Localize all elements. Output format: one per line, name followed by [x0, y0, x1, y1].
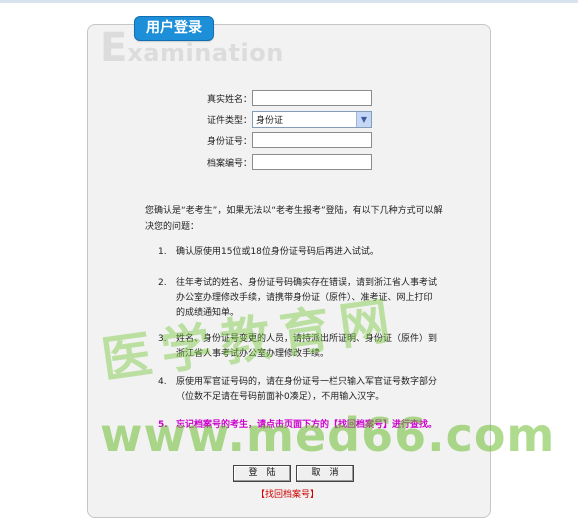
archive-input[interactable]	[252, 154, 372, 170]
note-text: 往年考试的姓名、身份证号码确实存在错误，请到浙江省人事考试办公室办理修改手续，请…	[176, 278, 438, 318]
note-item: 3. 姓名、身份证号变更的人员，请持派出所证明、身份证（原件）到浙江省人事考试办…	[158, 332, 438, 362]
note-number: 2.	[158, 278, 167, 288]
note-text: 忘记档案号的考生，请点击页面下方的【找回档案号】进行查找。	[176, 420, 438, 430]
cert-type-row: 证件类型： 身份证 ▼	[190, 110, 372, 128]
note-text: 姓名、身份证号变更的人员，请持派出所证明、身份证（原件）到浙江省人事考试办公室办…	[176, 334, 438, 359]
name-label: 真实姓名：	[206, 94, 252, 105]
user-login-badge: 用户登录	[134, 16, 214, 41]
cert-type-label: 证件类型：	[206, 115, 252, 126]
watermark-first-letter: E	[100, 25, 128, 71]
note-number: 1.	[158, 247, 167, 257]
note-text: 确认原使用15位或18位身份证号码后再进入试试。	[176, 247, 379, 257]
name-input[interactable]	[252, 90, 372, 106]
id-input[interactable]	[252, 132, 372, 148]
watermark-rest: xamination	[127, 39, 284, 67]
login-button[interactable]: 登 陆	[233, 465, 291, 482]
note-number: 4.	[158, 377, 167, 387]
name-row: 真实姓名：	[190, 89, 372, 107]
cert-type-value: 身份证	[256, 115, 284, 126]
retrieve-archive-link[interactable]: 【找回档案号】	[256, 487, 319, 500]
note-text: 原使用军官证号码的，请在身份证号一栏只输入军官证号数字部分（位数不足请在号码前面…	[176, 377, 438, 402]
note-item-highlight: 5. 忘记档案号的考生，请点击页面下方的【找回档案号】进行查找。	[158, 418, 438, 433]
archive-row: 档案编号：	[190, 153, 372, 171]
id-row: 身份证号：	[190, 131, 372, 149]
note-number: 3.	[158, 334, 167, 344]
intro-text: 您确认是“老考生”，如果无法以“老考生报考”登陆，有以下几种方式可以解决您的问题…	[145, 206, 443, 232]
archive-label: 档案编号：	[206, 158, 252, 169]
note-number: 5.	[158, 420, 168, 430]
id-label: 身份证号：	[206, 136, 252, 147]
note-item: 4. 原使用军官证号码的，请在身份证号一栏只输入军官证号数字部分（位数不足请在号…	[158, 375, 438, 405]
cancel-button[interactable]: 取 消	[296, 465, 354, 482]
cert-type-select[interactable]: 身份证 ▼	[252, 110, 372, 128]
note-item: 1. 确认原使用15位或18位身份证号码后再进入试试。	[158, 245, 438, 260]
chevron-down-icon[interactable]: ▼	[356, 111, 371, 127]
top-border-line	[0, 0, 578, 3]
note-item: 2. 往年考试的姓名、身份证号码确实存在错误，请到浙江省人事考试办公室办理修改手…	[158, 276, 438, 321]
